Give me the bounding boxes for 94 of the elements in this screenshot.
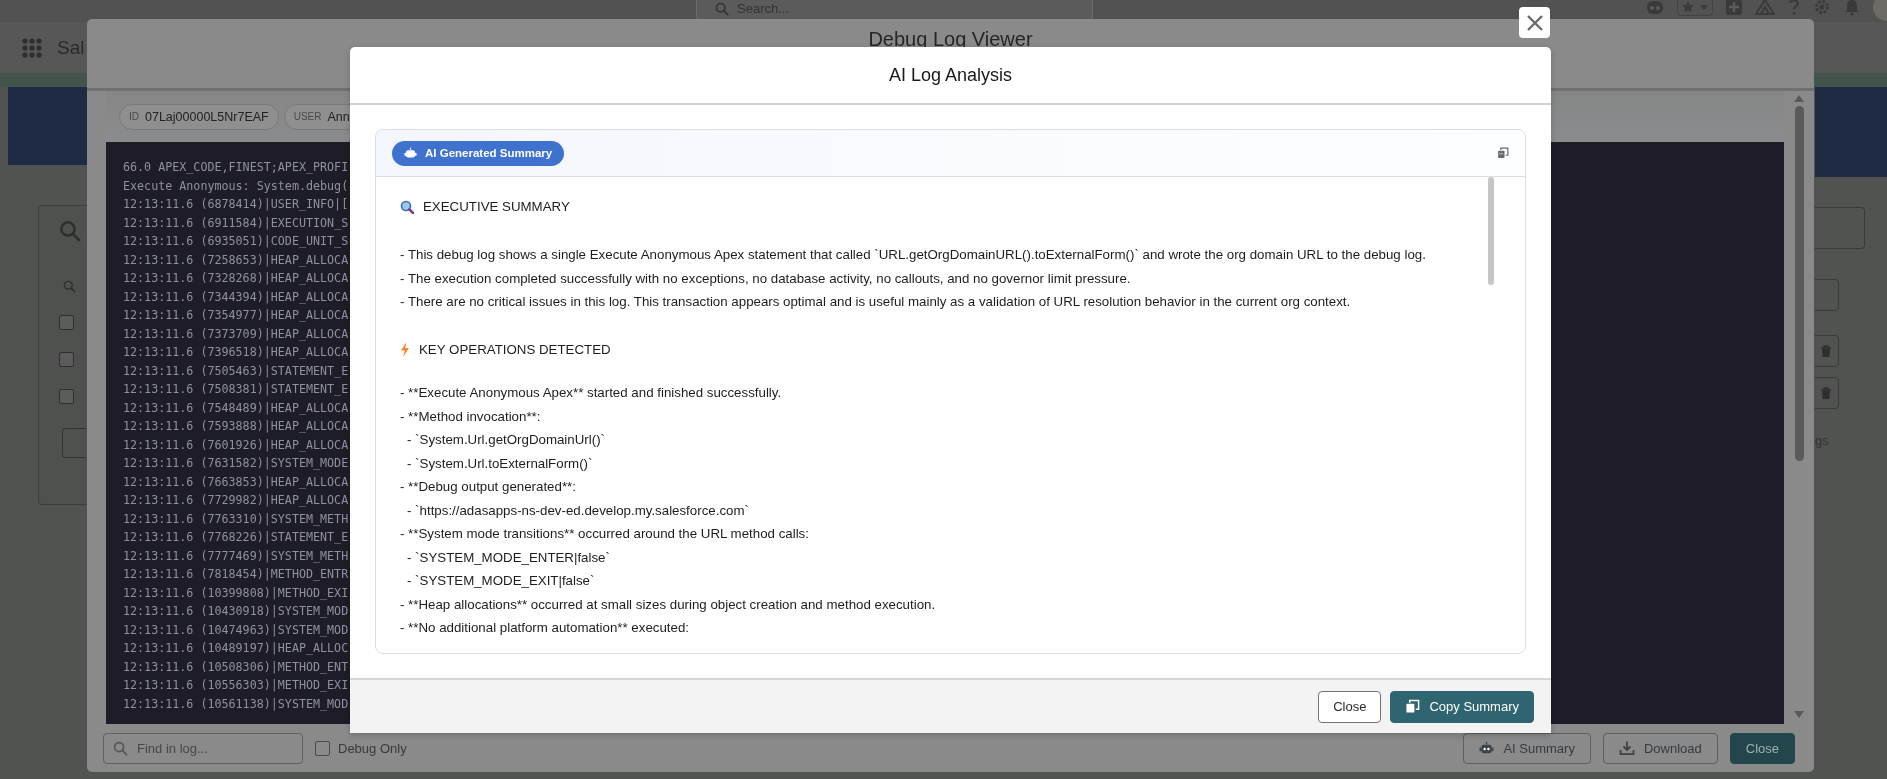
delete-button[interactable] [1815,335,1839,367]
copy-icon[interactable] [1497,147,1509,159]
log-line: 12:13:11.6 (10489197)|HEAP_ALLOC [123,640,349,657]
section-heading: EXECUTIVE SUMMARY [423,199,570,215]
row-checkbox[interactable] [59,389,74,404]
summary-line: - There are no critical issues in this log. This transaction appears optimal and is useful mainly as a validation of URL resolution behavior in the current org context. [400,293,1352,311]
pill-label: ID [129,111,139,122]
modal-title: AI Log Analysis [888,64,1013,86]
search-icon [63,280,76,293]
log-line: 12:13:11.6 (7354977)|HEAP_ALLOCA [123,307,349,324]
download-button[interactable]: Download [1602,732,1718,764]
help-icon[interactable] [1787,0,1801,16]
log-line: 12:13:11.6 (7548489)|HEAP_ALLOCA [123,399,349,417]
log-line: 12:13:11.6 (7373709)|HEAP_ALLOCA [123,325,349,343]
log-line: 12:13:11.6 (7328268)|HEAP_ALLOCA [123,270,349,287]
log-line: 12:13:11.6 (7258653)|HEAP_ALLOCA [123,251,349,269]
log-line: 12:13:11.6 (7729982)|HEAP_ALLOCA [123,492,349,509]
bell-icon[interactable] [1843,0,1861,16]
scroll-up-icon [1794,95,1804,102]
search-icon [59,220,81,242]
log-line: 12:13:11.6 (10561138)|SYSTEM_MOD [123,695,349,713]
trash-icon [1819,386,1833,400]
copy-summary-button[interactable]: Copy Summary [1390,690,1534,723]
close-button[interactable]: Close [1729,732,1795,764]
log-line: 12:13:11.6 (10508306)|METHOD_ENT [123,658,349,676]
log-line: 12:13:11.6 (7593888)|HEAP_ALLOCA [123,418,349,435]
summary-line: - **Method invocation**: [400,407,542,426]
log-line: 12:13:11.6 (7818454)|METHOD_ENTR [123,566,349,583]
gear-icon[interactable] [1813,0,1831,16]
download-icon [1618,740,1635,756]
robot-icon [404,146,417,160]
log-line: 12:13:11.6 (7663853)|HEAP_ALLOCA [123,473,349,491]
star-icon [1681,0,1695,14]
log-line: 12:13:11.6 (7601926)|HEAP_ALLOCA [123,436,349,454]
log-line: 12:13:11.6 (10430918)|SYSTEM_MOD [123,603,349,620]
panel-header [1815,207,1865,249]
plus-icon[interactable] [1725,0,1743,16]
summary-subline: - `System.Url.toExternalForm()` [406,454,594,473]
robot-icon[interactable] [1645,0,1665,16]
log-line: 12:13:11.6 (7344394)|HEAP_ALLOCA [123,288,349,306]
scroll-down-icon [1794,711,1804,718]
summary-line: - **Heap allocations** occurred at small sizes during object creation and method execution. [400,595,937,614]
log-line: 12:13:11.6 (10399808)|METHOD_EXI [123,584,349,602]
log-line: 12:13:11.6 (7768226)|STATEMENT_E [123,529,349,546]
log-line: 12:13:11.6 (7508381)|STATEMENT_E [123,381,349,398]
log-line: 12:13:11.6 (10556303)|METHOD_EXI [123,677,349,694]
close-button[interactable]: Close [1318,690,1382,723]
close-icon-glyph [1525,13,1544,32]
summary-line: - **No additional platform automation** executed: [400,619,690,637]
search-icon [715,1,729,16]
pill-label: USER [293,111,322,122]
summary-subline: - `System.Url.getOrgDomainUrl()` [406,431,606,449]
log-line: 66.0 APEX_CODE,FINEST;APEX_PROFI [123,159,349,176]
summary-subline: - `SYSTEM_MODE_ENTER|false` [406,548,611,567]
app-launcher-icon[interactable] [22,37,42,58]
log-line: 12:13:11.6 (7505463)|STATEMENT_E [123,362,349,380]
row-checkbox[interactable] [59,352,74,367]
summary-line: - This debug log shows a single Execute Anonymous Apex statement that called `URL.getOrgDomainURL().toExternalForm()` and wrote the org domain URL to the debug log. [400,246,1427,264]
find-field[interactable]: Find in log... [103,732,303,764]
caret-icon [1699,2,1709,12]
section-heading: KEY OPERATIONS DETECTED [419,341,611,357]
log-line: 12:13:11.6 (7631582)|SYSTEM_MODE [123,455,349,472]
ai-summary-button[interactable]: AI Summary [1463,732,1591,764]
row-action-button[interactable] [1815,279,1839,311]
delete-button[interactable] [1815,377,1839,409]
copy-icon [1405,699,1421,714]
panel-button[interactable] [62,428,86,458]
summary-line: - **Execute Anonymous Apex** started and finished successfully. [400,384,783,402]
lightning-icon [400,341,410,357]
log-line: 12:13:11.6 (6911584)|EXECUTION_S [123,214,349,232]
log-line: 12:13:11.6 (6935051)|CODE_UNIT_S [123,233,349,250]
debug-only-checkbox[interactable]: Debug Only [315,740,407,756]
summary-subline: - `SYSTEM_MODE_EXIT|false` [406,572,596,590]
log-line: 12:13:11.6 (7777469)|SYSTEM_METH [123,547,349,565]
summary-line: - **Debug output generated**: [400,478,577,496]
pill-value: 07Laj00000L5Nr7EAF [145,109,269,124]
robot-icon [1479,740,1495,756]
log-line: 12:13:11.6 (7763310)|SYSTEM_METH [123,510,349,528]
magnifier-icon [400,199,414,214]
summary-badge: AI Generated Summary [392,140,565,166]
pill-value: Ann [327,109,350,124]
favorites-button[interactable] [1677,0,1713,16]
log-line: 12:13:11.6 (7396518)|HEAP_ALLOCA [123,344,349,361]
trash-icon [1819,344,1833,358]
log-line: 12:13:11.6 (6878414)|USER_INFO|[ [123,196,349,213]
summary-subline: - `https://adasapps-ns-dev-ed.develop.my.salesforce.com` [406,501,750,520]
summary-line: - **System mode transitions** occurred around the URL method calls: [400,525,810,543]
search-icon [113,740,128,756]
close-icon[interactable] [1519,7,1550,38]
mountain-icon[interactable] [1755,0,1775,16]
row-checkbox[interactable] [59,315,74,330]
log-line: Execute Anonymous: System.debug( [123,177,349,195]
log-line: 12:13:11.6 (10474963)|SYSTEM_MOD [123,621,349,639]
summary-line: - The execution completed successfully with no exceptions, no database activity, no callouts, and no governor limit pressure. [400,269,1132,288]
